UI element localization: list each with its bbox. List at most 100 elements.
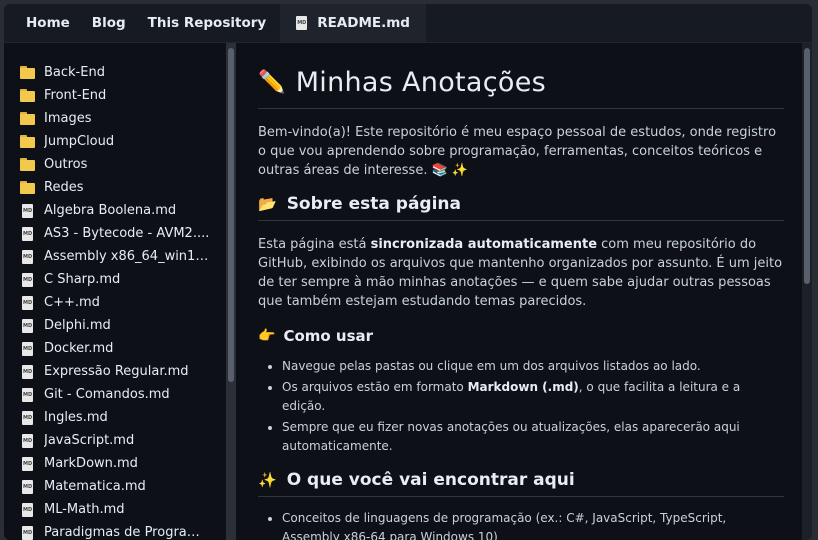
- list-item: Conceitos de linguagens de programação (…: [282, 509, 784, 540]
- tab-readme-label: README.md: [317, 15, 410, 31]
- markdown-file-icon: [22, 387, 33, 402]
- sidebar-item-ml-math-md[interactable]: ML-Math.md: [20, 498, 226, 521]
- sidebar-item-label: JavaScript.md: [44, 433, 135, 448]
- about-paragraph: Esta página está sincronizada automatica…: [258, 235, 784, 311]
- sidebar-item-label: AS3 - Bytecode - AVM2....: [44, 226, 210, 241]
- sidebar-item-docker-md[interactable]: Docker.md: [20, 337, 226, 360]
- markdown-file-icon: [22, 203, 33, 218]
- sidebar-item-label: Ingles.md: [44, 410, 108, 425]
- sidebar-item-label: Docker.md: [44, 341, 114, 356]
- sidebar-item-label: C Sharp.md: [44, 272, 121, 287]
- open-folder-icon: 📂: [258, 195, 277, 213]
- markdown-file-icon: [22, 410, 33, 425]
- sidebar-item-label: Back-End: [44, 65, 105, 80]
- pointing-hand-icon: 👉: [258, 328, 276, 344]
- nav-home-link[interactable]: Home: [26, 15, 70, 31]
- section-heading-contents-text: O que você vai encontrar aqui: [286, 470, 575, 490]
- sidebar-scrollbar-thumb[interactable]: [228, 48, 234, 382]
- sidebar-item-javascript-md[interactable]: JavaScript.md: [20, 429, 226, 452]
- sidebar-item-express-o-regular-md[interactable]: Expressão Regular.md: [20, 360, 226, 383]
- nav-repository-link[interactable]: This Repository: [148, 15, 267, 31]
- markdown-file-icon: [22, 502, 33, 517]
- sidebar-item-markdown-md[interactable]: MarkDown.md: [20, 452, 226, 475]
- content-scrollbar-thumb[interactable]: [804, 48, 810, 284]
- sidebar-item-label: Assembly x86_64_win10....: [44, 249, 212, 264]
- pencil-icon: ✏️: [258, 70, 286, 95]
- sidebar-item-label: Expressão Regular.md: [44, 364, 189, 379]
- sidebar-item-label: Paradigmas de Programa...: [44, 525, 212, 540]
- sidebar-item-label: Delphi.md: [44, 318, 111, 333]
- folder-icon: [20, 112, 35, 125]
- section-heading-about: 📂 Sobre esta página: [258, 194, 784, 221]
- sidebar-item-back-end[interactable]: Back-End: [20, 61, 226, 84]
- markdown-file-icon: [22, 318, 33, 333]
- about-text-pre: Esta página está: [258, 237, 371, 252]
- markdown-file-icon: [22, 479, 33, 494]
- list-item: Navegue pelas pastas ou clique em um dos…: [282, 357, 784, 376]
- tab-readme[interactable]: README.md: [280, 4, 426, 42]
- folder-icon: [20, 158, 35, 171]
- sidebar-item-front-end[interactable]: Front-End: [20, 84, 226, 107]
- sidebar-item-ingles-md[interactable]: Ingles.md: [20, 406, 226, 429]
- sidebar-item-outros[interactable]: Outros: [20, 153, 226, 176]
- section-heading-how-to: 👉 Como usar: [258, 327, 784, 345]
- contents-list: Conceitos de linguagens de programação (…: [258, 509, 784, 540]
- sidebar-item-label: Outros: [44, 157, 88, 172]
- sidebar-item-label: Redes: [44, 180, 84, 195]
- section-heading-contents: ✨ O que você vai encontrar aqui: [258, 470, 784, 497]
- markdown-file-icon: [22, 341, 33, 356]
- sidebar-item-label: Front-End: [44, 88, 107, 103]
- top-navbar: Home Blog This Repository README.md: [4, 4, 812, 43]
- sidebar-item-label: C++.md: [44, 295, 100, 310]
- list-item: Os arquivos estão em formato Markdown (.…: [282, 378, 784, 416]
- nav-blog-link[interactable]: Blog: [92, 15, 126, 31]
- list-item-text-pre: Os arquivos estão em formato: [282, 380, 468, 394]
- section-heading-about-text: Sobre esta página: [286, 194, 461, 214]
- sidebar-item-label: Images: [44, 111, 92, 126]
- markdown-file-icon: [22, 456, 33, 471]
- sidebar-item-label: Algebra Boolena.md: [44, 203, 177, 218]
- sidebar-item-label: JumpCloud: [44, 134, 115, 149]
- sidebar-item-matematica-md[interactable]: Matematica.md: [20, 475, 226, 498]
- list-item: Sempre que eu fizer novas anotações ou a…: [282, 418, 784, 456]
- folder-icon: [20, 135, 35, 148]
- about-text-bold: sincronizada automaticamente: [370, 237, 598, 252]
- markdown-file-icon: [22, 433, 33, 448]
- app-window: Home Blog This Repository README.md Back…: [4, 4, 812, 540]
- page-title-text: Minhas Anotações: [295, 67, 546, 98]
- section-heading-how-to-text: Como usar: [283, 327, 374, 345]
- sidebar-item-as3-bytecode-avm2[interactable]: AS3 - Bytecode - AVM2....: [20, 222, 226, 245]
- sidebar-item-images[interactable]: Images: [20, 107, 226, 130]
- markdown-file-icon: [296, 16, 308, 30]
- markdown-file-icon: [22, 249, 33, 264]
- sidebar-item-git-comandos-md[interactable]: Git - Comandos.md: [20, 383, 226, 406]
- file-sidebar: Back-End Front-End Images JumpCloud Outros Re…: [4, 43, 226, 540]
- list-item-text-bold: Markdown (.md): [467, 380, 579, 394]
- markdown-file-icon: [22, 295, 33, 310]
- sidebar-item-label: ML-Math.md: [44, 502, 125, 517]
- sparkles-icon: ✨: [258, 471, 277, 489]
- markdown-file-icon: [22, 364, 33, 379]
- sidebar-item-paradigmas-de-programa[interactable]: Paradigmas de Programa...: [20, 521, 226, 540]
- folder-icon: [20, 181, 35, 194]
- sidebar-item-jumpcloud[interactable]: JumpCloud: [20, 130, 226, 153]
- markdown-file-icon: [22, 272, 33, 287]
- markdown-file-icon: [22, 525, 33, 540]
- sidebar-item-c-sharp-md[interactable]: C Sharp.md: [20, 268, 226, 291]
- file-list: Back-End Front-End Images JumpCloud Outros Re…: [4, 43, 226, 540]
- folder-icon: [20, 66, 35, 79]
- sidebar-item-assembly-x86-64-win10[interactable]: Assembly x86_64_win10....: [20, 245, 226, 268]
- readme-content: ✏️ Minhas Anotações Bem-vindo(a)! Este r…: [238, 43, 798, 540]
- sidebar-item-delphi-md[interactable]: Delphi.md: [20, 314, 226, 337]
- intro-paragraph: Bem-vindo(a)! Este repositório é meu esp…: [258, 125, 777, 178]
- sidebar-item-label: Matematica.md: [44, 479, 146, 494]
- markdown-file-icon: [22, 226, 33, 241]
- sidebar-item-c-md[interactable]: C++.md: [20, 291, 226, 314]
- how-to-list: Navegue pelas pastas ou clique em um dos…: [258, 357, 784, 456]
- sidebar-item-label: MarkDown.md: [44, 456, 138, 471]
- sidebar-item-algebra-boolena-md[interactable]: Algebra Boolena.md: [20, 199, 226, 222]
- folder-icon: [20, 89, 35, 102]
- sidebar-item-redes[interactable]: Redes: [20, 176, 226, 199]
- sidebar-item-label: Git - Comandos.md: [44, 387, 170, 402]
- page-title: ✏️ Minhas Anotações: [258, 67, 784, 109]
